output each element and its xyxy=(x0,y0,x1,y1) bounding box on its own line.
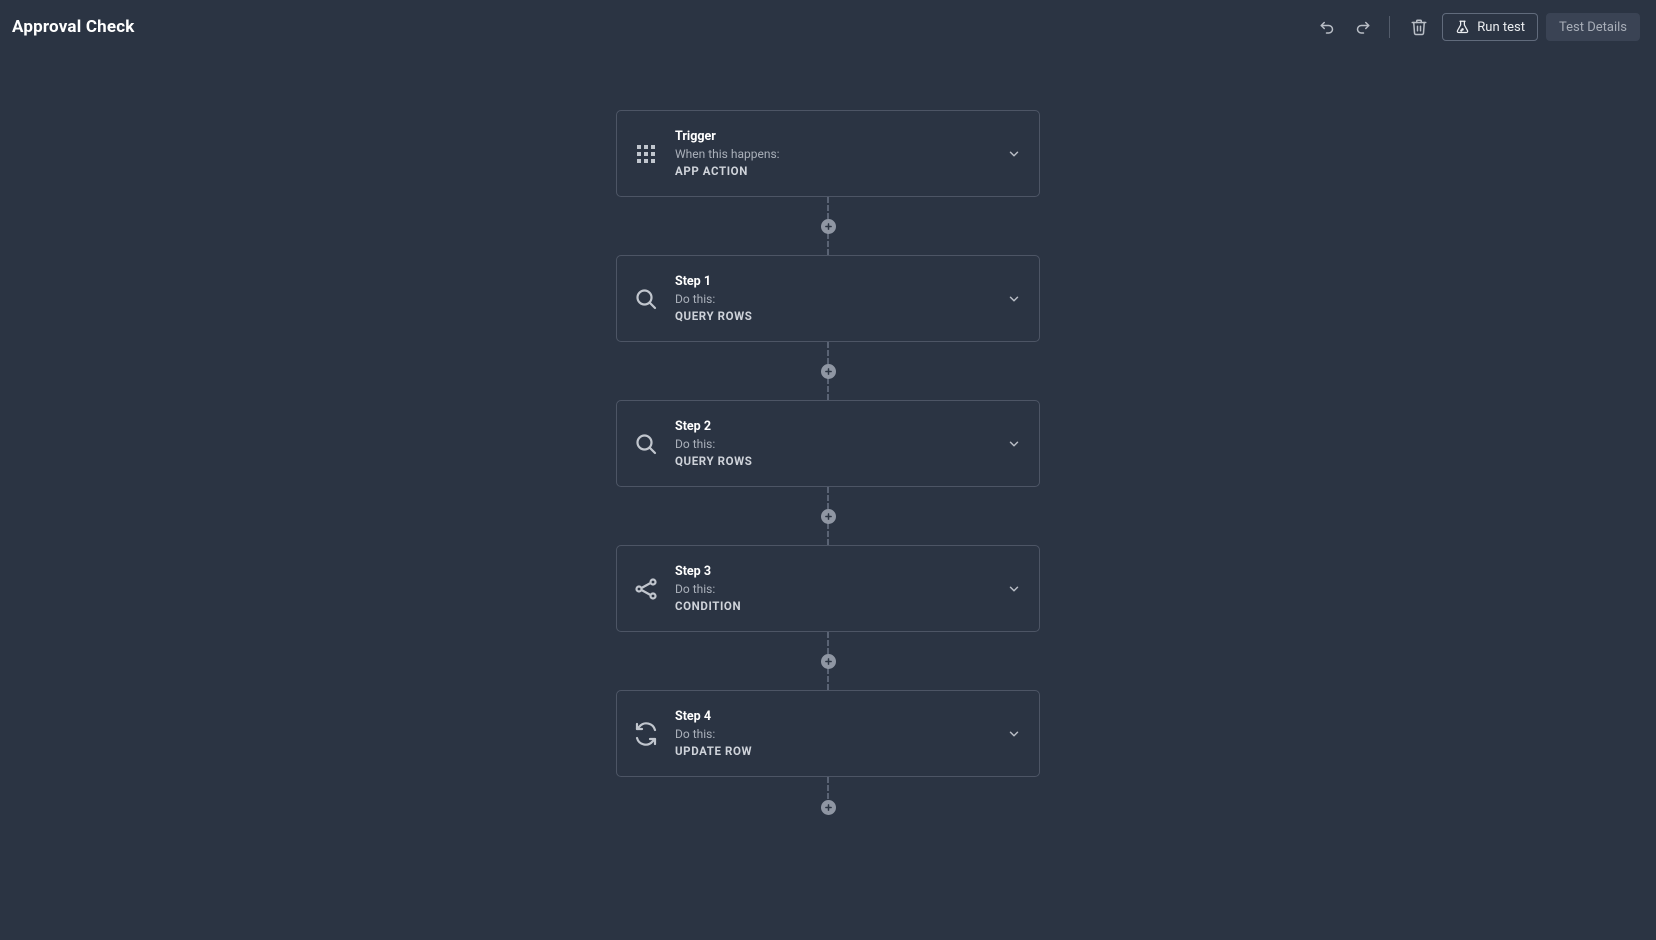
chevron-down-icon xyxy=(1007,147,1021,161)
undo-button[interactable] xyxy=(1313,12,1343,42)
step-card[interactable]: Step 4 Do this: UPDATE ROW xyxy=(616,690,1040,777)
add-step-button[interactable] xyxy=(821,219,836,234)
toolbar: Approval Check Run test Test Details xyxy=(0,0,1656,50)
trigger-card[interactable]: Trigger When this happens: APP ACTION xyxy=(616,110,1040,197)
flow-canvas: Trigger When this happens: APP ACTION St… xyxy=(0,50,1656,895)
chevron-down-icon xyxy=(1007,727,1021,741)
trigger-title: Trigger xyxy=(675,129,1007,144)
step-subtitle: Do this: xyxy=(675,437,1007,451)
trigger-subtitle: When this happens: xyxy=(675,147,1007,161)
step-title: Step 1 xyxy=(675,274,1007,289)
connector xyxy=(821,197,836,255)
search-icon xyxy=(633,431,659,457)
branch-icon xyxy=(633,576,659,602)
connector xyxy=(821,777,836,815)
step-action: CONDITION xyxy=(675,599,1007,613)
step-card[interactable]: Step 3 Do this: CONDITION xyxy=(616,545,1040,632)
step-title: Step 2 xyxy=(675,419,1007,434)
add-step-button[interactable] xyxy=(821,800,836,815)
step-subtitle: Do this: xyxy=(675,582,1007,596)
step-subtitle: Do this: xyxy=(675,727,1007,741)
step-card[interactable]: Step 2 Do this: QUERY ROWS xyxy=(616,400,1040,487)
page-title: Approval Check xyxy=(12,17,135,37)
step-card[interactable]: Step 1 Do this: QUERY ROWS xyxy=(616,255,1040,342)
test-details-button[interactable]: Test Details xyxy=(1546,13,1640,41)
step-subtitle: Do this: xyxy=(675,292,1007,306)
redo-button[interactable] xyxy=(1347,12,1377,42)
chevron-down-icon xyxy=(1007,582,1021,596)
delete-button[interactable] xyxy=(1404,12,1434,42)
add-step-button[interactable] xyxy=(821,654,836,669)
toolbar-divider xyxy=(1389,16,1390,38)
step-action: QUERY ROWS xyxy=(675,309,1007,323)
run-test-button[interactable]: Run test xyxy=(1442,13,1538,41)
connector xyxy=(821,632,836,690)
run-test-label: Run test xyxy=(1477,20,1525,35)
grid-icon xyxy=(633,141,659,167)
step-title: Step 4 xyxy=(675,709,1007,724)
connector xyxy=(821,342,836,400)
test-details-label: Test Details xyxy=(1559,20,1627,35)
step-action: QUERY ROWS xyxy=(675,454,1007,468)
step-action: UPDATE ROW xyxy=(675,744,1007,758)
connector xyxy=(821,487,836,545)
chevron-down-icon xyxy=(1007,292,1021,306)
add-step-button[interactable] xyxy=(821,364,836,379)
search-icon xyxy=(633,286,659,312)
trigger-action: APP ACTION xyxy=(675,164,1007,178)
flask-icon xyxy=(1455,20,1470,35)
add-step-button[interactable] xyxy=(821,509,836,524)
step-title: Step 3 xyxy=(675,564,1007,579)
chevron-down-icon xyxy=(1007,437,1021,451)
refresh-icon xyxy=(633,721,659,747)
